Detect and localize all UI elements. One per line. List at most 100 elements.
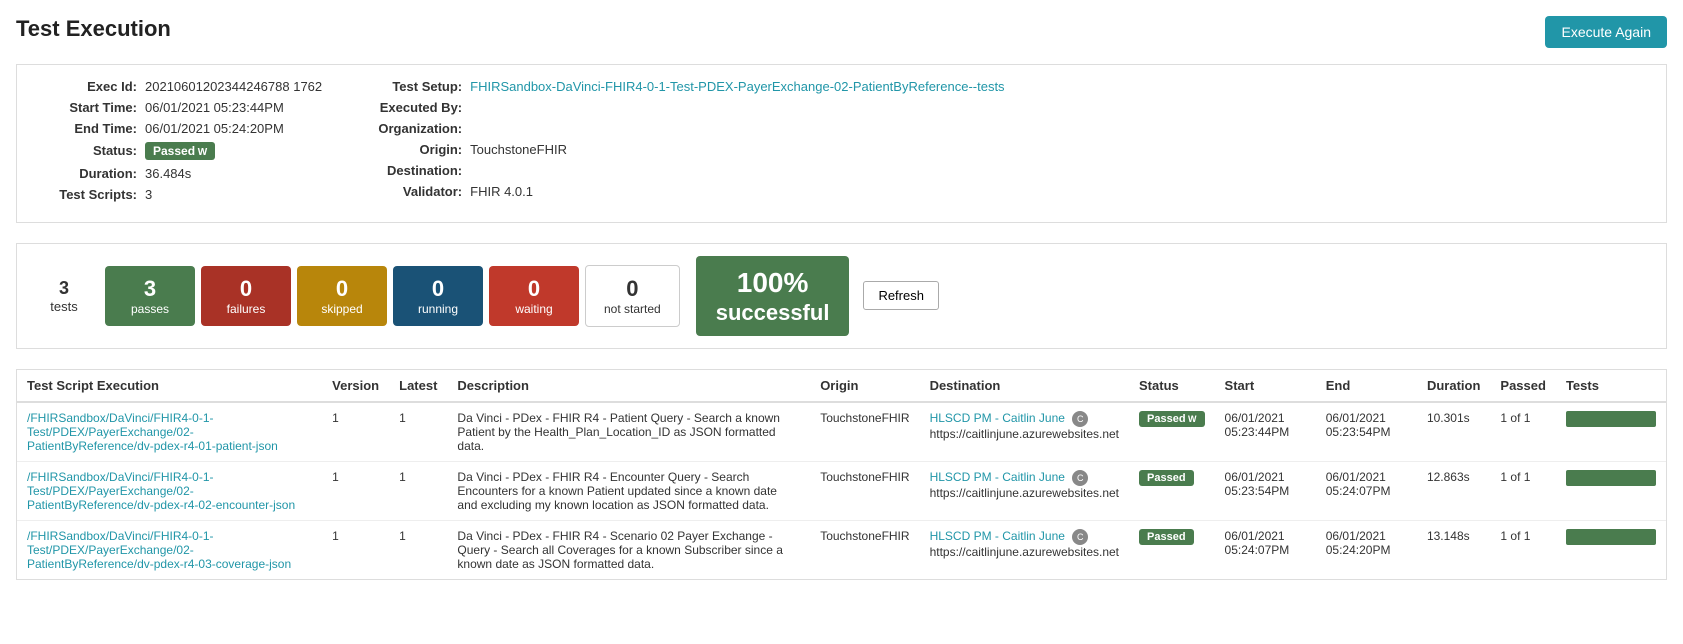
script-link[interactable]: /FHIRSandbox/DaVinci/FHIR4-0-1-Test/PDEX… — [27, 470, 312, 512]
success-label: successful — [716, 300, 830, 326]
stat-running: 0 running — [393, 266, 483, 326]
destination-url: https://caitlinjune.azurewebsites.net — [930, 545, 1119, 559]
stat-tests: 3 tests — [29, 270, 99, 322]
stat-notstarted: 0 not started — [585, 265, 680, 327]
cell-destination: HLSCD PM - Caitlin June C https://caitli… — [920, 520, 1129, 579]
test-scripts-value: 3 — [145, 187, 152, 202]
col-duration: Duration — [1417, 370, 1490, 402]
cell-version: 1 — [322, 402, 389, 462]
cell-status: Passed — [1129, 402, 1215, 462]
organization-label: Organization: — [362, 121, 462, 136]
cell-status: Passed — [1129, 461, 1215, 520]
stat-skipped: 0 skipped — [297, 266, 387, 326]
script-link[interactable]: /FHIRSandbox/DaVinci/FHIR4-0-1-Test/PDEX… — [27, 411, 312, 453]
progress-bar — [1566, 411, 1656, 427]
cell-version: 1 — [322, 461, 389, 520]
validator-label: Validator: — [362, 184, 462, 199]
cell-end: 06/01/2021 05:23:54PM — [1316, 402, 1417, 462]
col-end: End — [1316, 370, 1417, 402]
origin-value: TouchstoneFHIR — [470, 142, 567, 157]
destination-link[interactable]: HLSCD PM - Caitlin June C — [930, 470, 1119, 486]
cell-end: 06/01/2021 05:24:07PM — [1316, 461, 1417, 520]
page-header: Test Execution Execute Again — [16, 16, 1667, 48]
results-table: Test Script Execution Version Latest Des… — [17, 370, 1666, 579]
failures-count: 0 — [219, 276, 273, 302]
passes-count: 3 — [123, 276, 177, 302]
duration-label: Duration: — [37, 166, 137, 181]
cell-start: 06/01/2021 05:24:07PM — [1215, 520, 1316, 579]
refresh-button[interactable]: Refresh — [863, 281, 939, 310]
execute-again-button[interactable]: Execute Again — [1545, 16, 1667, 48]
col-latest: Latest — [389, 370, 447, 402]
cell-script: /FHIRSandbox/DaVinci/FHIR4-0-1-Test/PDEX… — [17, 461, 322, 520]
cell-end: 06/01/2021 05:24:20PM — [1316, 520, 1417, 579]
status-badge: Passed — [1139, 529, 1194, 545]
skipped-count: 0 — [315, 276, 369, 302]
status-badge: Passed — [145, 142, 215, 160]
notstarted-count: 0 — [604, 276, 661, 302]
progress-bar — [1566, 529, 1656, 545]
cell-description: Da Vinci - PDex - FHIR R4 - Patient Quer… — [447, 402, 810, 462]
end-time-label: End Time: — [37, 121, 137, 136]
col-description: Description — [447, 370, 810, 402]
col-passed: Passed — [1490, 370, 1556, 402]
col-script: Test Script Execution — [17, 370, 322, 402]
validator-value: FHIR 4.0.1 — [470, 184, 533, 199]
cell-origin: TouchstoneFHIR — [810, 402, 919, 462]
status-badge: Passed — [1139, 411, 1205, 427]
destination-link[interactable]: HLSCD PM - Caitlin June C — [930, 529, 1119, 545]
test-setup-label: Test Setup: — [362, 79, 462, 94]
cell-destination: HLSCD PM - Caitlin June C https://caitli… — [920, 461, 1129, 520]
start-time-value: 06/01/2021 05:23:44PM — [145, 100, 284, 115]
script-link[interactable]: /FHIRSandbox/DaVinci/FHIR4-0-1-Test/PDEX… — [27, 529, 312, 571]
progress-bar — [1566, 470, 1656, 486]
table-header-row: Test Script Execution Version Latest Des… — [17, 370, 1666, 402]
cell-version: 1 — [322, 520, 389, 579]
cell-latest: 1 — [389, 520, 447, 579]
meta-section: Exec Id: 20210601202344246788 1762 Start… — [16, 64, 1667, 223]
duration-value: 36.484s — [145, 166, 191, 181]
test-setup-link[interactable]: FHIRSandbox-DaVinci-FHIR4-0-1-Test-PDEX-… — [470, 79, 1004, 94]
waiting-label: waiting — [507, 302, 561, 316]
meta-right: Test Setup: FHIRSandbox-DaVinci-FHIR4-0-… — [362, 79, 1646, 208]
page-title: Test Execution — [16, 16, 171, 42]
meta-left: Exec Id: 20210601202344246788 1762 Start… — [37, 79, 322, 208]
tests-label: tests — [37, 299, 91, 314]
cell-status: Passed — [1129, 520, 1215, 579]
waiting-count: 0 — [507, 276, 561, 302]
cell-origin: TouchstoneFHIR — [810, 520, 919, 579]
destination-link[interactable]: HLSCD PM - Caitlin June C — [930, 411, 1119, 427]
cell-passed: 1 of 1 — [1490, 402, 1556, 462]
destination-label: Destination: — [362, 163, 462, 178]
table-row: /FHIRSandbox/DaVinci/FHIR4-0-1-Test/PDEX… — [17, 402, 1666, 462]
exec-id-value: 20210601202344246788 1762 — [145, 79, 322, 94]
stat-failures: 0 failures — [201, 266, 291, 326]
cell-tests — [1556, 402, 1666, 462]
cell-description: Da Vinci - PDex - FHIR R4 - Scenario 02 … — [447, 520, 810, 579]
notstarted-label: not started — [604, 302, 661, 316]
cell-duration: 12.863s — [1417, 461, 1490, 520]
cell-start: 06/01/2021 05:23:54PM — [1215, 461, 1316, 520]
test-scripts-label: Test Scripts: — [37, 187, 137, 202]
cell-latest: 1 — [389, 402, 447, 462]
table-row: /FHIRSandbox/DaVinci/FHIR4-0-1-Test/PDEX… — [17, 461, 1666, 520]
cell-passed: 1 of 1 — [1490, 461, 1556, 520]
success-pct: 100% — [716, 266, 830, 300]
success-box: 100% successful — [696, 256, 850, 336]
cell-duration: 10.301s — [1417, 402, 1490, 462]
col-start: Start — [1215, 370, 1316, 402]
exec-id-label: Exec Id: — [37, 79, 137, 94]
tests-count: 3 — [37, 278, 91, 299]
stat-waiting: 0 waiting — [489, 266, 579, 326]
cell-description: Da Vinci - PDex - FHIR R4 - Encounter Qu… — [447, 461, 810, 520]
cell-tests — [1556, 520, 1666, 579]
results-table-section: Test Script Execution Version Latest Des… — [16, 369, 1667, 580]
cell-duration: 13.148s — [1417, 520, 1490, 579]
table-row: /FHIRSandbox/DaVinci/FHIR4-0-1-Test/PDEX… — [17, 520, 1666, 579]
origin-label: Origin: — [362, 142, 462, 157]
cell-destination: HLSCD PM - Caitlin June C https://caitli… — [920, 402, 1129, 462]
end-time-value: 06/01/2021 05:24:20PM — [145, 121, 284, 136]
destination-url: https://caitlinjune.azurewebsites.net — [930, 486, 1119, 500]
skipped-label: skipped — [315, 302, 369, 316]
stats-bar: 3 tests 3 passes 0 failures 0 skipped 0 … — [16, 243, 1667, 349]
